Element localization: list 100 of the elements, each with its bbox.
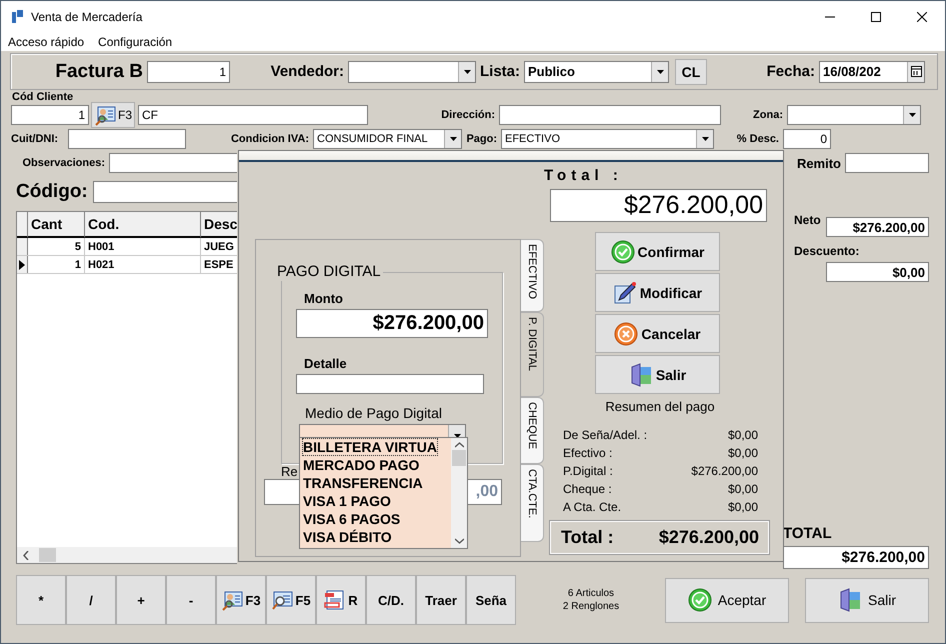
resto-label: Re [281, 464, 298, 479]
dropdown-option[interactable]: VISA 6 PAGOS [302, 510, 402, 528]
key-button[interactable]: F5 [266, 575, 316, 625]
key-button[interactable]: C/D. [366, 575, 416, 625]
scroll-thumb[interactable] [39, 548, 56, 562]
caret-icon[interactable] [702, 137, 708, 141]
vendedor-dropdown[interactable] [348, 60, 476, 82]
scroll-up-icon[interactable] [454, 442, 464, 448]
key-button[interactable]: - [166, 575, 216, 625]
direccion-field[interactable] [499, 105, 721, 125]
table-cell: 5 [28, 238, 85, 255]
close-icon [917, 12, 927, 22]
dropdown-option[interactable]: MERCADO PAGO [302, 456, 420, 474]
detalle-field[interactable] [296, 374, 484, 394]
tab[interactable]: EFECTIVO [521, 239, 544, 312]
fecha-label: Fecha: [766, 63, 816, 80]
list-icon [324, 589, 346, 611]
column-header[interactable]: Desc [201, 212, 237, 238]
client-search-icon [221, 589, 244, 611]
scrollbar[interactable] [451, 438, 467, 548]
cuit-field[interactable] [68, 129, 186, 149]
tab[interactable]: P. DIGITAL [521, 312, 544, 397]
app-icon [12, 10, 23, 23]
row-header[interactable] [17, 256, 28, 273]
codigo-field[interactable] [93, 181, 237, 203]
key-button[interactable]: * [16, 575, 66, 625]
caret-icon[interactable] [656, 70, 664, 74]
cancel-icon [614, 322, 638, 346]
dropdown-option[interactable]: BILLETERA VIRTUA [302, 438, 438, 456]
summary-title: Resumen del pago [604, 399, 716, 414]
document-number-field[interactable]: 1 [147, 60, 230, 82]
status-text: 6 Articulos [568, 587, 614, 600]
dialog-button[interactable]: Confirmar [595, 232, 720, 271]
table-cell: H021 [85, 256, 201, 273]
scroll-left-icon[interactable] [23, 550, 29, 560]
maximize-icon [871, 12, 881, 22]
observaciones-field[interactable] [109, 153, 237, 173]
tab[interactable]: CTA.CTE. [521, 464, 544, 542]
calendar-icon[interactable] [910, 66, 922, 77]
neto-field: $276.200,00 [826, 217, 929, 237]
lista-dropdown[interactable]: Publico [524, 60, 669, 82]
summary-label: A Cta. Cte. [563, 500, 622, 514]
scrollbar[interactable] [17, 547, 237, 563]
menu-item[interactable]: Acceso rápido [8, 34, 84, 48]
key-button[interactable]: Seña [466, 575, 516, 625]
key-button[interactable]: R [316, 575, 366, 625]
descuento-field[interactable]: $0,00 [826, 262, 929, 282]
menu-item[interactable]: Configuración [98, 34, 172, 48]
neto-label: Neto [794, 213, 822, 227]
card-search-icon [271, 589, 294, 611]
cl-button[interactable]: CL [675, 58, 707, 84]
key-button[interactable]: Traer [416, 575, 466, 625]
column-header[interactable]: Cant [28, 212, 85, 238]
monto-field[interactable]: $276.200,00 [296, 309, 488, 338]
discount-label: % Desc. [736, 133, 780, 145]
client-code-field[interactable]: 1 [11, 105, 89, 125]
pago-dropdown[interactable]: EFECTIVO [501, 129, 714, 149]
dropdown-option[interactable]: VISA DÉBITO [302, 528, 393, 546]
check-icon [688, 588, 712, 612]
summary-value: $0,00 [728, 500, 758, 514]
client-name-field[interactable]: CF [138, 105, 368, 125]
iva-label: Condicion IVA: [230, 133, 310, 145]
dialog-button[interactable]: Modificar [595, 273, 720, 312]
check-icon [610, 240, 635, 264]
action-button[interactable]: Aceptar [665, 578, 789, 622]
dialog-button[interactable]: Salir [595, 355, 720, 394]
key-button[interactable]: F3 [216, 575, 266, 625]
window-title: Venta de Mercadería [31, 10, 142, 24]
observaciones-label: Observaciones: [21, 157, 106, 169]
zona-dropdown[interactable] [787, 105, 921, 125]
detalle-label: Detalle [304, 356, 347, 371]
monto-label: Monto [304, 291, 343, 306]
total-label: Total : [544, 167, 624, 184]
table-cell: 1 [28, 256, 85, 273]
tab[interactable]: CHEQUE [521, 397, 544, 464]
scroll-thumb[interactable] [452, 450, 466, 466]
summary-total-label: Total : [561, 527, 614, 548]
discount-field[interactable]: 0 [783, 129, 831, 149]
summary-label: De Seña/Adel. : [563, 428, 648, 442]
zona-label: Zona: [752, 109, 784, 121]
dropdown-option[interactable]: VISA 1 PAGO [302, 492, 392, 510]
date-field[interactable]: 16/08/202 [819, 60, 925, 82]
action-button[interactable]: Salir [805, 578, 929, 622]
dialog-button[interactable]: Cancelar [595, 314, 720, 353]
key-button[interactable]: / [66, 575, 116, 625]
remito-field[interactable] [845, 153, 929, 173]
summary-value: $276.200,00 [691, 464, 758, 478]
vendedor-label: Vendedor: [270, 63, 345, 80]
descuento-label: Descuento: [794, 244, 860, 258]
summary-label: Cheque : [563, 482, 612, 496]
dropdown-option[interactable]: TRANSFERENCIA [302, 474, 424, 492]
key-button[interactable]: + [116, 575, 166, 625]
column-header[interactable]: Cod. [85, 212, 201, 238]
iva-dropdown[interactable]: CONSUMIDOR FINAL [313, 129, 462, 149]
client-search-button[interactable]: F3 [91, 102, 135, 128]
caret-icon[interactable] [450, 137, 456, 141]
caret-icon[interactable] [464, 70, 470, 74]
codigo-label: Código: [16, 181, 89, 203]
caret-icon[interactable] [908, 113, 916, 117]
scroll-down-icon[interactable] [454, 538, 464, 544]
